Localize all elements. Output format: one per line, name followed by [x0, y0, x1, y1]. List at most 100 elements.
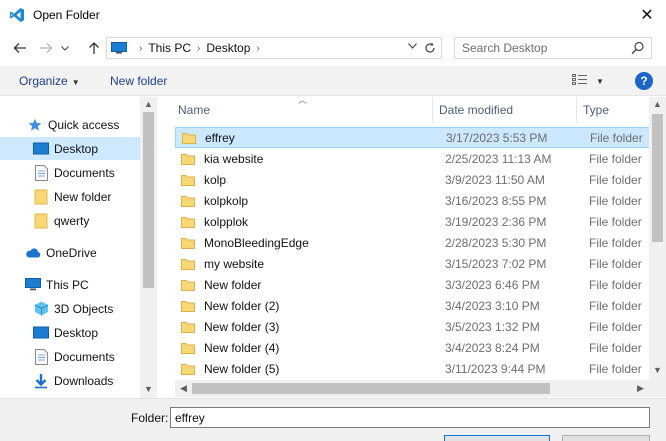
- details-view-icon: [572, 74, 588, 89]
- folder-name-input[interactable]: [170, 407, 650, 428]
- nav-onedrive[interactable]: OneDrive: [0, 241, 140, 264]
- file-type: File folder: [589, 193, 642, 208]
- scroll-right-arrow-icon[interactable]: ▶: [632, 383, 649, 394]
- file-list-vertical-scrollbar[interactable]: ▲ ▼: [649, 97, 666, 380]
- star-icon: [27, 117, 43, 133]
- organize-label: Organize: [19, 74, 68, 88]
- folder-icon: [181, 216, 195, 228]
- column-header-name[interactable]: Name: [178, 97, 210, 123]
- address-row: › This PC › Desktop ›: [0, 30, 666, 66]
- this-pc-icon: [111, 42, 127, 54]
- file-date-modified: 3/4/2023 8:24 PM: [445, 340, 540, 355]
- file-row[interactable]: my website 3/15/2023 7:02 PM File folder: [175, 253, 650, 274]
- nav-item-desktop[interactable]: Desktop: [0, 137, 140, 160]
- crumb-separator-icon: ›: [197, 42, 201, 54]
- file-row[interactable]: New folder (5) 3/11/2023 9:44 PM File fold…: [175, 358, 650, 379]
- folder-icon: [181, 153, 195, 165]
- breadcrumb-this-pc[interactable]: This PC: [148, 41, 191, 55]
- file-type: File folder: [589, 298, 642, 313]
- file-date-modified: 3/4/2023 3:10 PM: [445, 298, 540, 313]
- scroll-down-arrow-icon[interactable]: ▼: [649, 365, 666, 375]
- folder-icon: [181, 195, 195, 207]
- file-row[interactable]: kia website 2/25/2023 11:13 AM File folder: [175, 148, 650, 169]
- scroll-up-arrow-icon[interactable]: ▲: [140, 99, 157, 109]
- nav-label: Desktop: [54, 141, 99, 156]
- file-name: New folder (4): [204, 340, 280, 355]
- change-view-button[interactable]: ▼: [572, 74, 604, 89]
- recent-locations-chevron-down-icon[interactable]: [59, 39, 71, 57]
- address-dropdown-chevron-down-icon[interactable]: [405, 41, 419, 52]
- file-row[interactable]: New folder (2) 3/4/2023 3:10 PM File folde…: [175, 295, 650, 316]
- nav-label: Documents: [54, 349, 115, 364]
- column-header-type[interactable]: Type: [583, 97, 609, 123]
- column-header-date-modified[interactable]: Date modified: [439, 97, 513, 123]
- nav-item-documents[interactable]: Documents: [0, 161, 140, 184]
- navigation-pane: Quick access Desktop Documents New folde…: [0, 97, 157, 398]
- scroll-left-arrow-icon[interactable]: ◀: [175, 383, 192, 394]
- file-type: File folder: [589, 277, 642, 292]
- up-button[interactable]: [85, 39, 103, 57]
- file-row[interactable]: New folder (4) 3/4/2023 8:24 PM File folde…: [175, 337, 650, 358]
- folder-icon: [181, 342, 195, 354]
- search-icon[interactable]: [631, 41, 645, 55]
- select-folder-button[interactable]: [444, 435, 550, 441]
- organize-button[interactable]: Organize ▼: [19, 74, 80, 88]
- back-button[interactable]: [11, 39, 29, 57]
- cancel-button[interactable]: [562, 435, 650, 441]
- nav-item-new-folder[interactable]: New folder: [0, 185, 140, 208]
- nav-item-qwerty[interactable]: qwerty: [0, 209, 140, 232]
- desktop-icon: [33, 325, 49, 341]
- folder-icon: [181, 237, 195, 249]
- file-row[interactable]: MonoBleedingEdge 2/28/2023 5:30 PM File fo…: [175, 232, 650, 253]
- new-folder-button[interactable]: New folder: [110, 74, 167, 88]
- search-box[interactable]: [454, 37, 652, 59]
- nav-scroll-thumb[interactable]: [143, 112, 154, 288]
- folder-label: Folder:: [131, 411, 169, 425]
- file-name: my website: [204, 256, 265, 271]
- window-title: Open Folder: [33, 8, 100, 22]
- nav-item-documents-pc[interactable]: Documents: [0, 345, 140, 368]
- breadcrumb-desktop[interactable]: Desktop: [206, 41, 250, 55]
- close-button[interactable]: ✕: [634, 2, 660, 28]
- nav-item-downloads[interactable]: Downloads: [0, 369, 140, 392]
- scroll-up-arrow-icon[interactable]: ▲: [649, 99, 666, 109]
- file-list-horizontal-scrollbar[interactable]: ◀ ▶: [175, 380, 649, 397]
- file-list-scroll-thumb[interactable]: [652, 114, 663, 242]
- nav-this-pc[interactable]: This PC: [0, 273, 140, 296]
- file-date-modified: 3/11/2023 9:44 PM: [445, 361, 546, 376]
- refresh-icon[interactable]: [421, 39, 439, 57]
- search-input[interactable]: [455, 41, 627, 55]
- scroll-down-arrow-icon[interactable]: ▼: [140, 384, 157, 394]
- forward-button[interactable]: [37, 39, 55, 57]
- file-date-modified: 3/16/2023 8:55 PM: [445, 193, 547, 208]
- file-name: New folder (5): [204, 361, 280, 376]
- file-row[interactable]: kolp 3/9/2023 11:50 AM File folder: [175, 169, 650, 190]
- file-type: File folder: [589, 256, 642, 271]
- column-divider[interactable]: [576, 97, 577, 123]
- 3d-objects-icon: [33, 301, 49, 317]
- file-type: File folder: [590, 130, 643, 145]
- help-icon[interactable]: ?: [635, 72, 653, 90]
- file-row[interactable]: effrey 3/17/2023 5:53 PM File folder: [175, 127, 650, 148]
- nav-quick-access[interactable]: Quick access: [0, 113, 140, 136]
- file-row[interactable]: kolpplok 3/19/2023 2:36 PM File folder: [175, 211, 650, 232]
- nav-item-desktop-pc[interactable]: Desktop: [0, 321, 140, 344]
- folder-icon: [181, 279, 195, 291]
- address-bar[interactable]: › This PC › Desktop ›: [106, 37, 442, 59]
- file-row[interactable]: kolpkolp 3/16/2023 8:55 PM File folder: [175, 190, 650, 211]
- file-row[interactable]: New folder 3/3/2023 6:46 PM File folder: [175, 274, 650, 295]
- nav-item-3d-objects[interactable]: 3D Objects: [0, 297, 140, 320]
- downloads-icon: [33, 373, 49, 389]
- nav-label: Downloads: [54, 373, 114, 388]
- file-name: New folder: [204, 277, 262, 292]
- nav-label: 3D Objects: [54, 301, 114, 316]
- this-pc-icon: [25, 277, 41, 293]
- horizontal-scroll-thumb[interactable]: [192, 383, 550, 394]
- file-type: File folder: [589, 214, 642, 229]
- folder-icon: [33, 213, 49, 229]
- file-name: kolp: [204, 172, 227, 187]
- column-divider[interactable]: [432, 97, 433, 123]
- file-row[interactable]: New folder (3) 3/5/2023 1:32 PM File folde…: [175, 316, 650, 337]
- folder-icon: [181, 363, 195, 375]
- nav-scrollbar[interactable]: ▲ ▼: [140, 97, 157, 398]
